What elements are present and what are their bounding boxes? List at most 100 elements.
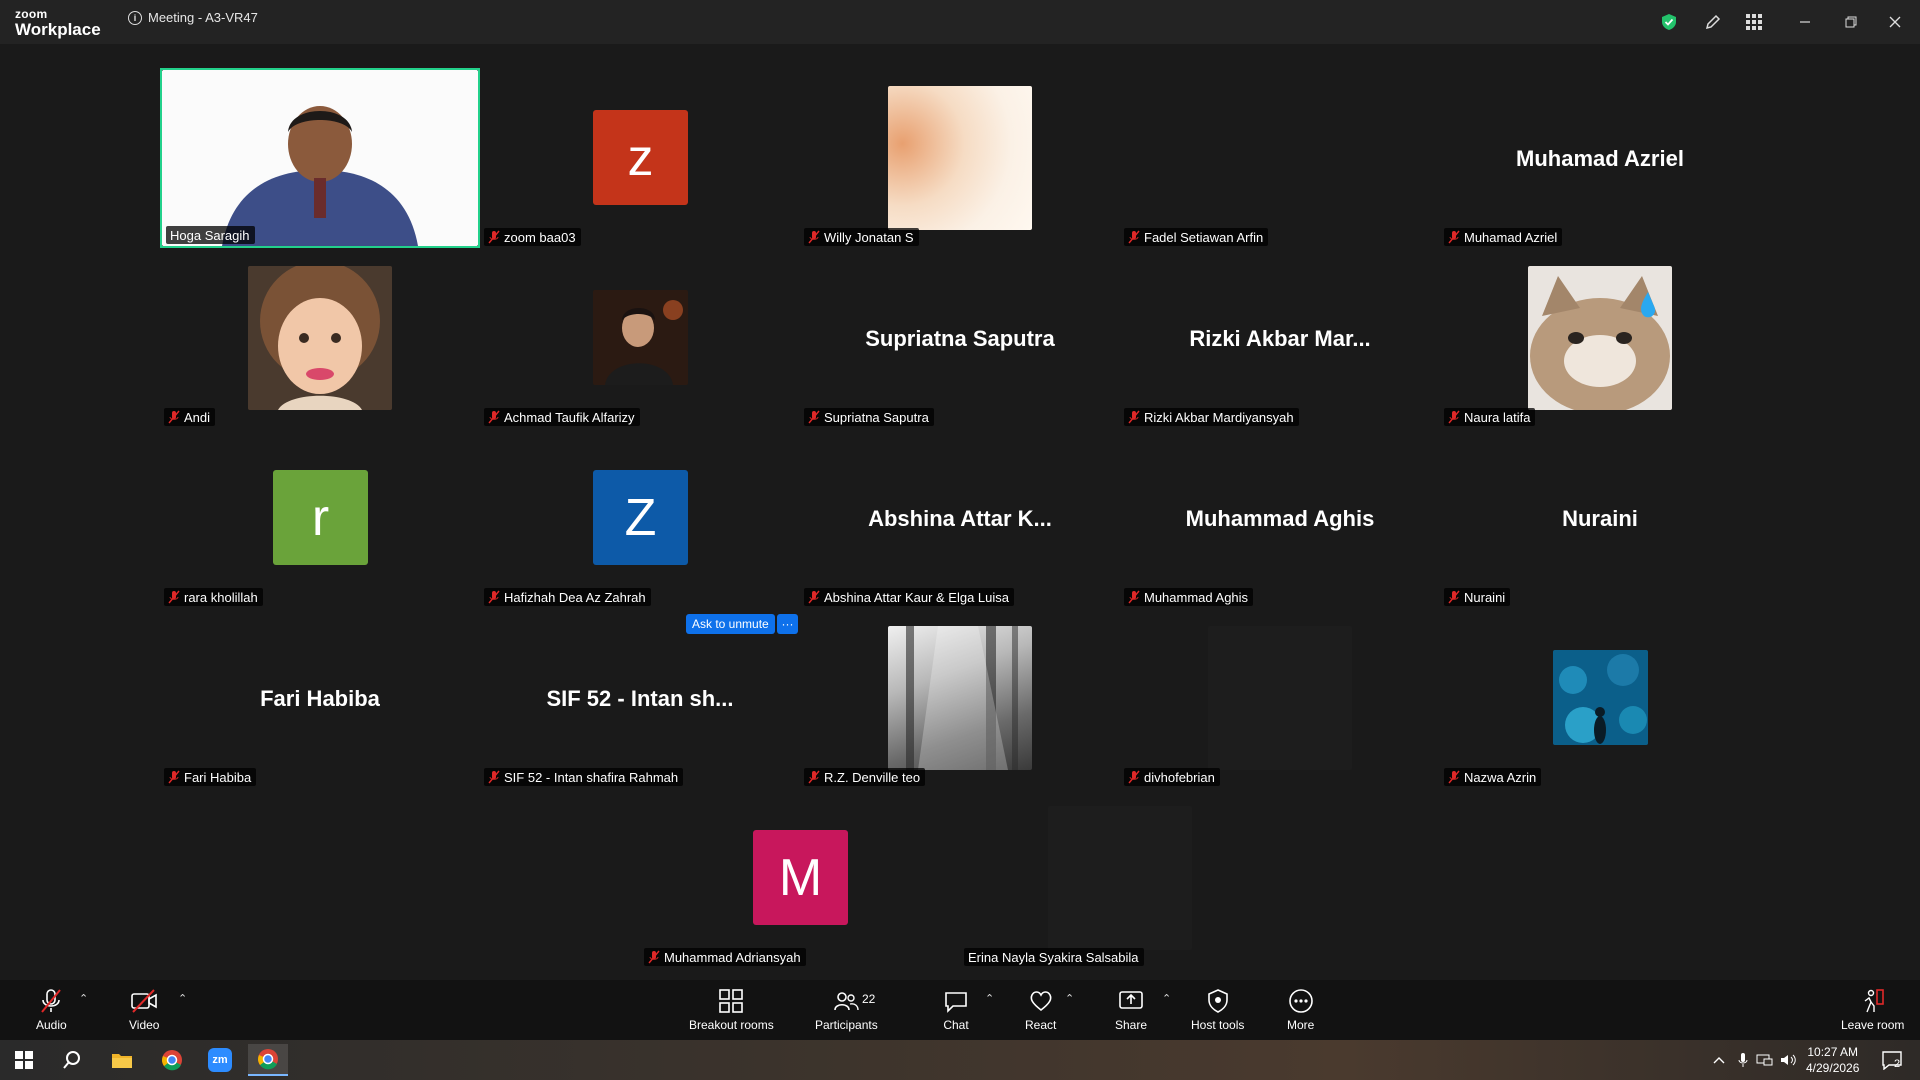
- participant-label: Nazwa Azrin: [1444, 768, 1542, 786]
- chat-options-caret[interactable]: ⌃: [985, 992, 994, 1005]
- notifications-icon[interactable]: 2: [1872, 1044, 1912, 1076]
- muted-mic-icon: [1448, 770, 1460, 784]
- participant-photo: [888, 86, 1032, 230]
- muted-mic-icon: [488, 770, 500, 784]
- leave-room-button[interactable]: Leave room: [1841, 988, 1904, 1032]
- more-dots-icon: [1288, 989, 1313, 1013]
- file-explorer-icon[interactable]: [102, 1044, 142, 1076]
- participant-photo: [1528, 266, 1672, 410]
- volume-icon[interactable]: [1776, 1044, 1802, 1076]
- participant-label: rara kholillah: [164, 588, 263, 606]
- meeting-title: Meeting - A3-VR47: [148, 10, 258, 25]
- more-options-label: ···: [781, 617, 794, 631]
- system-clock[interactable]: 10:27 AM 4/29/2026: [1806, 1044, 1859, 1076]
- muted-mic-icon: [1448, 410, 1460, 424]
- participant-tile[interactable]: Nazwa Azrin: [1440, 608, 1760, 788]
- react-button[interactable]: React: [1025, 988, 1056, 1032]
- participant-tile[interactable]: Fari Habiba Fari Habiba: [160, 608, 480, 788]
- minimize-icon[interactable]: [1794, 11, 1816, 33]
- muted-mic-icon: [41, 989, 62, 1013]
- muted-mic-icon: [488, 590, 500, 604]
- participant-tile[interactable]: Achmad Taufik Alfarizy: [480, 248, 800, 428]
- avatar-letter: M: [778, 848, 823, 907]
- share-button[interactable]: Share: [1115, 988, 1147, 1032]
- participant-tile[interactable]: Fadel Setiawan Arfin: [1120, 68, 1440, 248]
- brand-big: Workplace: [15, 20, 101, 39]
- participant-tile[interactable]: Erina Nayla Syakira Salsabila: [960, 788, 1280, 968]
- network-icon[interactable]: [1752, 1044, 1778, 1076]
- video-label: Video: [129, 1018, 160, 1032]
- zoom-app-icon[interactable]: zm: [200, 1044, 240, 1076]
- more-button[interactable]: More: [1287, 988, 1314, 1032]
- chat-button[interactable]: Chat: [943, 988, 969, 1032]
- participant-name: rara kholillah: [184, 589, 258, 605]
- participant-name: R.Z. Denville teo: [824, 769, 921, 785]
- participant-tile[interactable]: r rara kholillah: [160, 428, 480, 608]
- brand-small: zoom: [15, 7, 48, 21]
- muted-mic-icon: [488, 230, 500, 244]
- breakout-rooms-label: Breakout rooms: [689, 1018, 774, 1032]
- ask-to-unmute-button[interactable]: Ask to unmute: [686, 614, 775, 634]
- muted-mic-icon: [648, 950, 660, 964]
- participant-display-name: Rizki Akbar Mar...: [1189, 326, 1371, 351]
- participant-label: Rizki Akbar Mardiyansyah: [1124, 408, 1299, 426]
- participant-tile[interactable]: divhofebrian: [1120, 608, 1440, 788]
- chrome-active-icon[interactable]: [248, 1044, 288, 1076]
- clock-date: 4/29/2026: [1806, 1061, 1860, 1075]
- participant-tile[interactable]: Muhammad Aghis Muhammad Aghis: [1120, 428, 1440, 608]
- participant-tile[interactable]: Abshina Attar K... Abshina Attar Kaur & …: [800, 428, 1120, 608]
- participant-avatar: M: [753, 830, 848, 925]
- participant-tile[interactable]: SIF 52 - Intan sh... SIF 52 - Intan shaf…: [480, 608, 800, 788]
- participant-tile[interactable]: Naura latifa: [1440, 248, 1760, 428]
- chrome-icon[interactable]: [152, 1044, 192, 1076]
- participant-name: Abshina Attar Kaur & Elga Luisa: [824, 589, 1010, 605]
- participant-tile[interactable]: Muhamad Azriel Muhamad Azriel: [1440, 68, 1760, 248]
- participant-tile[interactable]: Rizki Akbar Mar... Rizki Akbar Mardiyans…: [1120, 248, 1440, 428]
- participant-avatar: r: [273, 470, 368, 565]
- participant-name: Supriatna Saputra: [824, 409, 929, 425]
- participant-label: Hoga Saragih: [166, 226, 255, 244]
- participant-label: SIF 52 - Intan shafira Rahmah: [484, 768, 684, 786]
- participant-tile[interactable]: M Muhammad Adriansyah: [640, 788, 960, 968]
- muted-mic-icon: [1128, 770, 1140, 784]
- breakout-rooms-button[interactable]: Breakout rooms: [689, 988, 774, 1032]
- security-shield-icon[interactable]: [1658, 11, 1680, 33]
- close-icon[interactable]: [1884, 11, 1906, 33]
- participant-name: Nuraini: [1464, 589, 1506, 605]
- participant-label: Achmad Taufik Alfarizy: [484, 408, 640, 426]
- windows-start-icon[interactable]: [4, 1044, 44, 1076]
- apps-grid-icon[interactable]: [1743, 11, 1765, 33]
- participants-label: Participants: [815, 1018, 878, 1032]
- participant-tile[interactable]: Z Hafizhah Dea Az Zahrah: [480, 428, 800, 608]
- restore-icon[interactable]: [1840, 11, 1862, 33]
- react-options-caret[interactable]: ⌃: [1065, 992, 1074, 1005]
- share-options-caret[interactable]: ⌃: [1162, 992, 1171, 1005]
- meeting-info[interactable]: i Meeting - A3-VR47: [128, 10, 258, 25]
- leave-room-label: Leave room: [1841, 1018, 1905, 1032]
- participant-tile[interactable]: Hoga Saragih: [160, 68, 480, 248]
- participants-icon: [834, 992, 860, 1011]
- video-options-caret[interactable]: ⌃: [178, 992, 187, 1005]
- share-label: Share: [1115, 1018, 1148, 1032]
- leave-room-icon: [1864, 989, 1884, 1013]
- participant-tile[interactable]: Andi: [160, 248, 480, 428]
- video-button[interactable]: Video: [129, 988, 159, 1032]
- muted-mic-icon: [1128, 590, 1140, 604]
- participant-label: R.Z. Denville teo: [804, 768, 926, 786]
- participant-tile[interactable]: Willy Jonatan S: [800, 68, 1120, 248]
- notification-count: 2: [1894, 1058, 1901, 1070]
- annotate-pen-icon[interactable]: [1702, 11, 1724, 33]
- participant-name: Muhamad Azriel: [1464, 229, 1558, 245]
- participant-name: Fari Habiba: [184, 769, 252, 785]
- more-options-button[interactable]: ···: [777, 614, 798, 634]
- audio-button[interactable]: Audio: [36, 988, 67, 1032]
- audio-options-caret[interactable]: ⌃: [79, 992, 88, 1005]
- participant-tile[interactable]: R.Z. Denville teo: [800, 608, 1120, 788]
- host-tools-button[interactable]: Host tools: [1191, 988, 1244, 1032]
- participant-display-name: Nuraini: [1562, 506, 1638, 531]
- participant-tile[interactable]: Supriatna Saputra Supriatna Saputra: [800, 248, 1120, 428]
- participant-tile[interactable]: z zoom baa03: [480, 68, 800, 248]
- participant-tile[interactable]: Nuraini Nuraini: [1440, 428, 1760, 608]
- participant-photo: [1048, 806, 1192, 950]
- search-icon[interactable]: [52, 1044, 92, 1076]
